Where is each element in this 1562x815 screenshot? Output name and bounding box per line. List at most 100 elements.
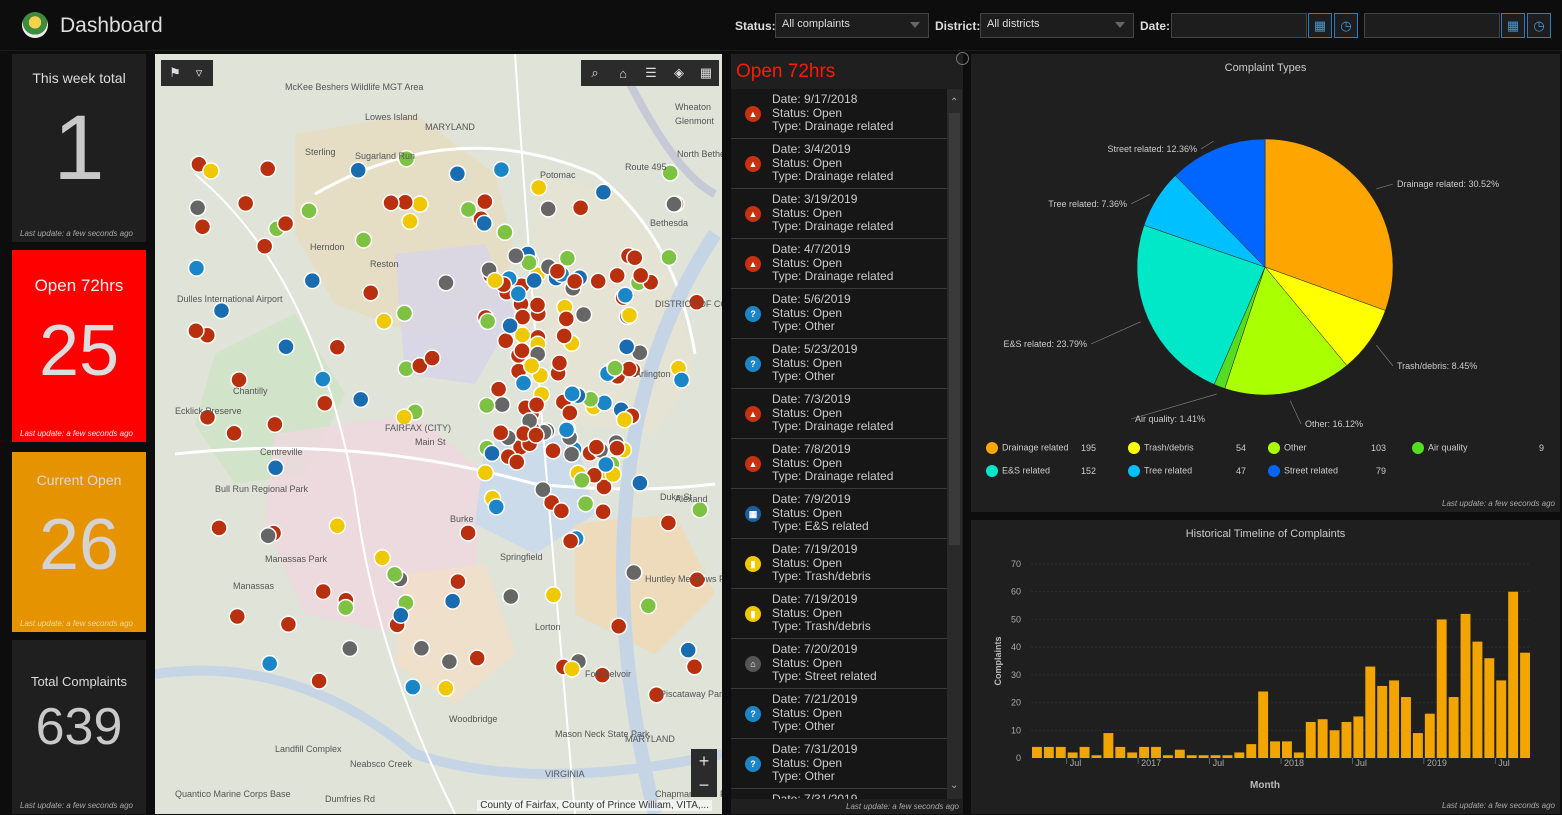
bar[interactable] bbox=[1127, 752, 1138, 758]
bar[interactable] bbox=[1139, 746, 1150, 758]
map-place-label: Piscataway Park bbox=[660, 689, 722, 699]
start-calendar-button[interactable]: ▦ bbox=[1308, 13, 1332, 38]
complaint-list[interactable]: ▲ Date: 9/17/2018 Status: Open Type: Draina… bbox=[731, 89, 947, 799]
bar[interactable] bbox=[1412, 733, 1423, 758]
scroll-up-icon[interactable]: ⌃ bbox=[950, 97, 958, 108]
list-item[interactable]: ⌂ Date: 7/20/2019 Status: Open Type: Street… bbox=[731, 639, 947, 689]
historical-timeline-bar-chart[interactable]: 0 10 20 30 40 50 60 70 Jul 2017 Jul 2018 Jul 2019 Jul M… bbox=[971, 540, 1560, 810]
legend-item[interactable]: Tree related bbox=[1128, 465, 1192, 477]
bar[interactable] bbox=[1258, 691, 1269, 758]
list-item[interactable]: ▲ Date: 9/17/2018 Status: Open Type: Draina… bbox=[731, 89, 947, 139]
bar[interactable] bbox=[1282, 741, 1292, 758]
end-date-input[interactable] bbox=[1364, 13, 1500, 38]
trash-icon: ▮ bbox=[745, 556, 761, 572]
list-item[interactable]: ▮ Date: 7/19/2019 Status: Open Type: Trash/… bbox=[731, 539, 947, 589]
list-item[interactable]: ? Date: 5/6/2019 Status: Open Type: Other bbox=[731, 289, 947, 339]
bar[interactable] bbox=[1341, 721, 1352, 758]
bar[interactable] bbox=[1401, 697, 1411, 758]
list-item[interactable]: ▦ Date: 7/9/2019 Status: Open Type: E&S rel… bbox=[731, 489, 947, 539]
bar[interactable] bbox=[1365, 666, 1376, 758]
map-place-label: Sterling bbox=[305, 147, 336, 157]
bar[interactable] bbox=[1436, 619, 1447, 758]
bar[interactable] bbox=[1329, 730, 1340, 758]
start-time-button[interactable]: ◷ bbox=[1334, 13, 1358, 38]
zoom-out-button[interactable]: − bbox=[691, 773, 717, 797]
map-layers-button[interactable]: ◈ bbox=[665, 60, 693, 86]
bar[interactable] bbox=[1032, 746, 1042, 758]
scroll-down-icon[interactable]: ⌄ bbox=[950, 780, 958, 791]
bar[interactable] bbox=[1091, 755, 1102, 758]
list-item[interactable]: ? Date: 5/23/2019 Status: Open Type: Other bbox=[731, 339, 947, 389]
bar[interactable] bbox=[1424, 713, 1435, 758]
bar[interactable] bbox=[1448, 697, 1459, 758]
list-item[interactable]: ▲ Date: 7/8/2019 Status: Open Type: Drainag… bbox=[731, 439, 947, 489]
bar[interactable] bbox=[1198, 755, 1209, 758]
list-item-date: Date: 7/19/2019 bbox=[772, 542, 858, 556]
list-item[interactable]: ?Date: 7/31/2019 bbox=[731, 789, 947, 799]
pie-legend: Drainage related 195 Trash/debris 54 Other 10… bbox=[971, 438, 1560, 478]
complaint-types-pie[interactable]: Drainage related: 30.52% Trash/debris: 8.… bbox=[971, 74, 1560, 459]
bar[interactable] bbox=[1115, 746, 1126, 758]
list-scrollbar[interactable]: ⌃ ⌄ bbox=[947, 89, 962, 799]
complaints-map[interactable]: McKee Beshers Wildlife MGT Area Lowes Isl… bbox=[155, 54, 722, 814]
bar[interactable] bbox=[1270, 741, 1280, 758]
x-tick-label: 2017 bbox=[1141, 758, 1161, 768]
y-tick-label: 60 bbox=[1011, 587, 1021, 597]
map-legend-button[interactable]: ☰ bbox=[637, 60, 665, 86]
legend-item[interactable]: Air quality bbox=[1412, 442, 1468, 454]
bar[interactable] bbox=[1472, 641, 1483, 758]
legend-item[interactable]: Drainage related bbox=[986, 442, 1069, 454]
district-filter-select[interactable]: All districts bbox=[980, 13, 1134, 38]
expand-icon[interactable] bbox=[956, 52, 969, 65]
list-item[interactable]: ▲ Date: 3/4/2019 Status: Open Type: Drainag… bbox=[731, 139, 947, 189]
map-dropdown-button[interactable]: ▿ bbox=[185, 60, 213, 86]
list-item-text: Date: 3/19/2019 Status: Open Type: Drainag… bbox=[772, 192, 893, 234]
bar[interactable] bbox=[1151, 746, 1161, 758]
bar[interactable] bbox=[1234, 752, 1245, 758]
start-date-input[interactable] bbox=[1171, 13, 1307, 38]
bar[interactable] bbox=[1353, 716, 1364, 758]
list-item[interactable]: ▲ Date: 4/7/2019 Status: Open Type: Drainag… bbox=[731, 239, 947, 289]
end-calendar-button[interactable]: ▦ bbox=[1501, 13, 1525, 38]
list-icon: ☰ bbox=[645, 65, 657, 80]
end-time-button[interactable]: ◷ bbox=[1527, 13, 1551, 38]
list-item[interactable]: ? Date: 7/31/2019 Status: Open Type: Other bbox=[731, 739, 947, 789]
legend-count: 47 bbox=[1235, 466, 1246, 476]
list-item-type: Type: Other bbox=[772, 319, 835, 333]
grid-icon: ▦ bbox=[699, 65, 713, 80]
bar[interactable] bbox=[1496, 680, 1507, 758]
list-item[interactable]: ▲ Date: 3/19/2019 Status: Open Type: Draina… bbox=[731, 189, 947, 239]
bar[interactable] bbox=[1520, 652, 1530, 758]
bar[interactable] bbox=[1162, 755, 1173, 758]
legend-item[interactable]: Street related bbox=[1268, 465, 1338, 477]
list-item-text: Date: 7/9/2019 Status: Open Type: E&S rela… bbox=[772, 492, 869, 534]
bar[interactable] bbox=[1079, 746, 1090, 758]
legend-item[interactable]: E&S related bbox=[986, 465, 1050, 477]
bar[interactable] bbox=[1055, 746, 1066, 758]
legend-label: Drainage related bbox=[1002, 442, 1069, 453]
legend-item[interactable]: Other bbox=[1268, 442, 1307, 454]
list-item[interactable]: ▮ Date: 7/19/2019 Status: Open Type: Trash/… bbox=[731, 589, 947, 639]
bar[interactable] bbox=[1174, 749, 1185, 758]
bar[interactable] bbox=[1186, 755, 1197, 758]
bar[interactable] bbox=[1103, 733, 1114, 758]
list-item[interactable]: ? Date: 7/21/2019 Status: Open Type: Other bbox=[731, 689, 947, 739]
zoom-in-button[interactable]: + bbox=[691, 749, 717, 773]
map-search-button[interactable]: ⌕ bbox=[581, 60, 609, 86]
bar[interactable] bbox=[1317, 719, 1328, 758]
bar[interactable] bbox=[1460, 613, 1471, 758]
map-basemap-button[interactable]: ▦ bbox=[693, 60, 719, 86]
legend-item[interactable]: Trash/debris bbox=[1128, 442, 1194, 454]
list-item-text: Date: 7/31/2019 Status: Open Type: Other bbox=[772, 742, 857, 784]
map-home-button[interactable]: ⌂ bbox=[609, 60, 637, 86]
bar[interactable] bbox=[1508, 591, 1519, 758]
bar[interactable] bbox=[1377, 685, 1388, 758]
bar[interactable] bbox=[1305, 721, 1316, 758]
scrollbar-thumb[interactable] bbox=[949, 113, 960, 545]
status-filter-select[interactable]: All complaints bbox=[775, 13, 929, 38]
bar[interactable] bbox=[1389, 680, 1400, 758]
list-item[interactable]: ▲ Date: 7/3/2019 Status: Open Type: Drainag… bbox=[731, 389, 947, 439]
bar[interactable] bbox=[1043, 746, 1054, 758]
bar[interactable] bbox=[1246, 744, 1257, 758]
bar[interactable] bbox=[1484, 658, 1495, 758]
